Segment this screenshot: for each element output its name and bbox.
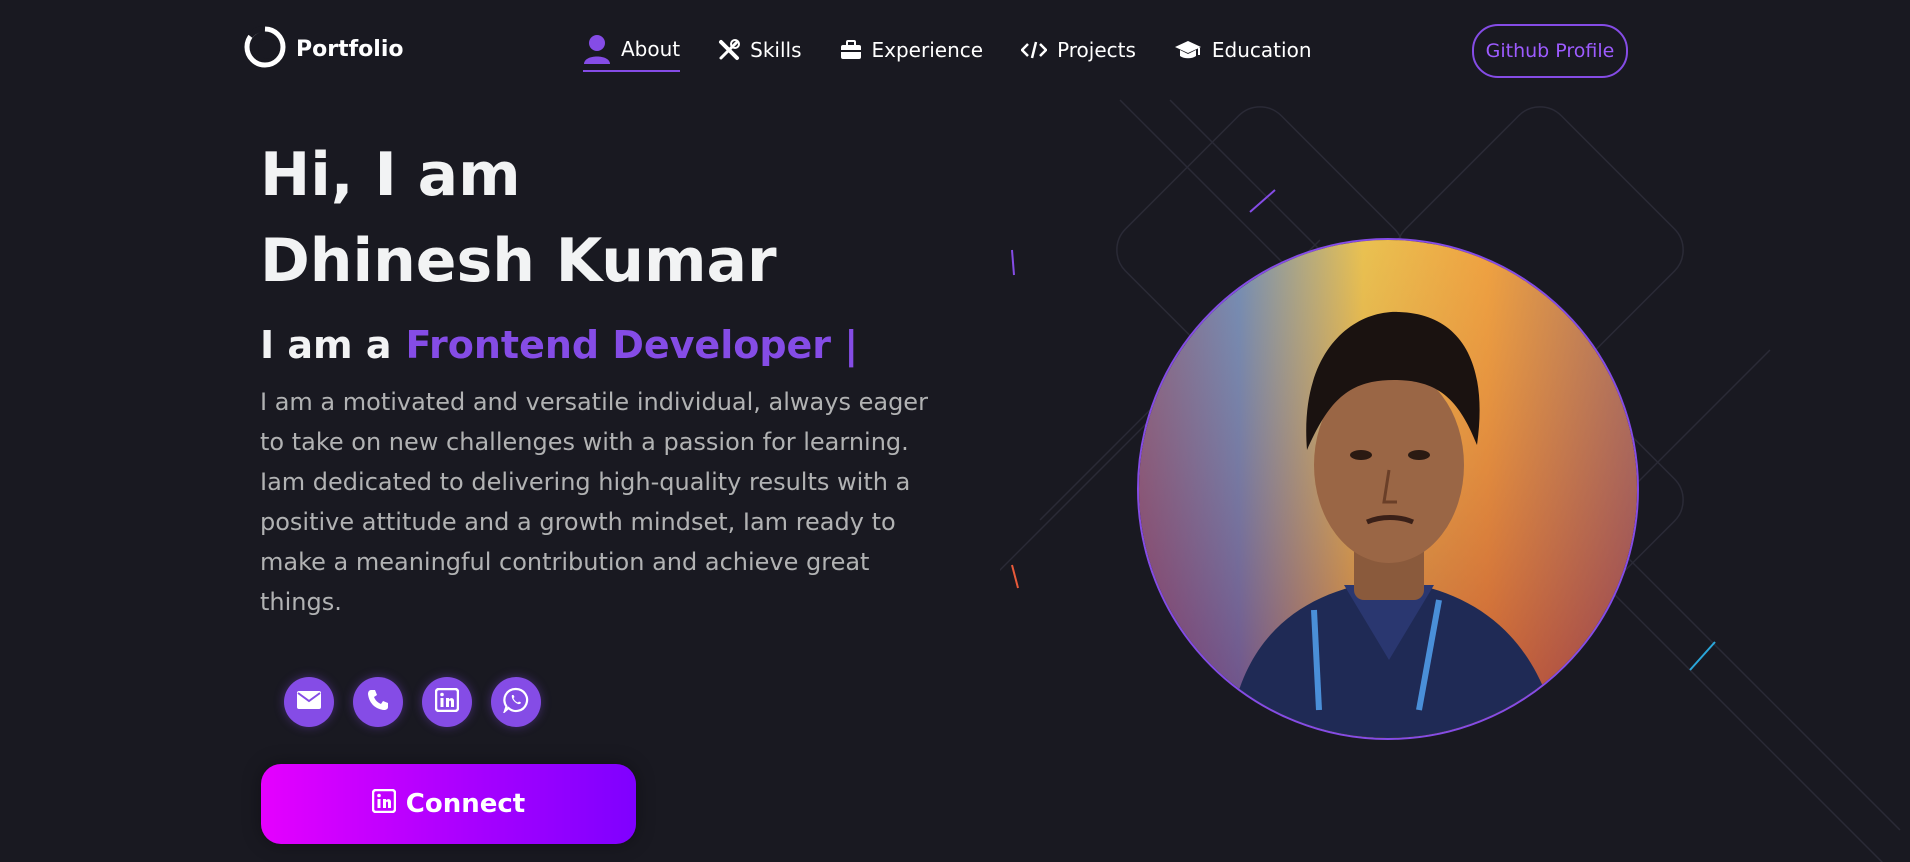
code-icon [1021, 40, 1048, 60]
profile-photo [1137, 238, 1639, 740]
briefcase-icon [840, 40, 862, 60]
role-prefix: I am a [260, 323, 392, 367]
tools-icon [718, 39, 741, 61]
nav-link-label: Education [1211, 38, 1312, 62]
phone-button[interactable] [353, 677, 403, 727]
nav-link-about[interactable]: About [583, 34, 681, 72]
github-profile-button[interactable]: Github Profile [1472, 24, 1628, 78]
role-typewriter: Frontend Developer | [405, 323, 859, 367]
nav-link-projects[interactable]: Projects [1021, 34, 1136, 72]
portfolio-logo-icon [244, 26, 286, 72]
nav-links: About Skills Experience Projects Educati… [583, 34, 1312, 72]
nav-link-label: Skills [750, 38, 802, 62]
social-links [284, 677, 541, 727]
hero-greeting: Hi, I am Dhinesh Kumar [260, 132, 960, 304]
nav-link-skills[interactable]: Skills [718, 34, 802, 72]
nav-link-education[interactable]: Education [1174, 34, 1312, 72]
graduation-cap-icon [1174, 40, 1202, 60]
nav-link-label: Experience [871, 38, 984, 62]
hero-name: Dhinesh Kumar [260, 226, 777, 296]
phone-icon [366, 688, 390, 716]
role-line: I am a Frontend Developer | [260, 314, 960, 376]
linkedin-button[interactable] [422, 677, 472, 727]
connect-button[interactable]: Connect [261, 764, 636, 844]
navbar: Portfolio About Skills Experience Projec… [0, 0, 1910, 100]
nav-link-label: About [621, 37, 681, 61]
user-icon [583, 34, 611, 64]
hero-intro: Hi, I am Dhinesh Kumar I am a Frontend D… [260, 132, 960, 622]
logo-text: Portfolio [296, 36, 404, 62]
hero-bio: I am a motivated and versatile individua… [260, 388, 928, 616]
email-button[interactable] [284, 677, 334, 727]
whatsapp-button[interactable] [491, 677, 541, 727]
connect-label: Connect [405, 789, 526, 819]
email-icon [296, 690, 322, 714]
whatsapp-icon [502, 687, 529, 717]
linkedin-icon [434, 687, 460, 716]
nav-link-label: Projects [1057, 38, 1136, 62]
greeting-line-1: Hi, I am [260, 140, 521, 210]
linkedin-icon [371, 788, 397, 820]
logo[interactable]: Portfolio [244, 26, 404, 72]
nav-link-experience[interactable]: Experience [840, 34, 984, 72]
